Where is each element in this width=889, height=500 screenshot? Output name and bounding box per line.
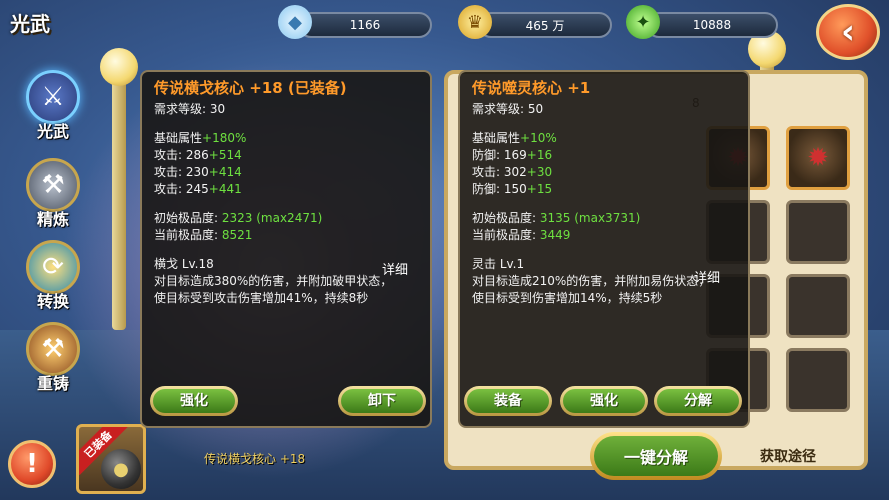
crown-coin-icon: ♛ xyxy=(458,5,492,39)
nav-item-convert[interactable]: ⟳ 转换 xyxy=(18,240,88,316)
background-lamp xyxy=(100,48,138,86)
base-attribute: 基础属性+180% xyxy=(154,131,247,145)
nav-label: 转换 xyxy=(36,292,69,311)
equipped-item-name: 传说横戈核心 +18 xyxy=(204,452,306,466)
stat-line: 防御: 169+16 xyxy=(472,148,553,162)
unequip-button[interactable]: 卸下 xyxy=(338,386,426,416)
detail-link[interactable]: 详细 xyxy=(382,262,408,279)
button-label: 卸下 xyxy=(341,389,423,413)
equipped-item-tooltip: 传说横戈核心 +18 (已装备) 需求等级: 30 基础属性+180% 攻击: … xyxy=(140,70,432,428)
inventory-slot[interactable] xyxy=(786,348,850,412)
convert-icon: ⟳ xyxy=(26,240,80,294)
selected-item-tooltip: 传说噬灵核心 +1 需求等级: 50 基础属性+10% 防御: 169+16 攻… xyxy=(458,70,750,428)
diamond-value: 1166 xyxy=(349,18,381,32)
chevron-left-icon: ‹ xyxy=(840,12,855,52)
back-button[interactable]: ‹ xyxy=(816,4,880,60)
core-item-icon: ✹ xyxy=(807,143,829,173)
equipped-item-slot[interactable]: 已装备 ● xyxy=(76,424,146,494)
button-label: 分解 xyxy=(657,389,739,413)
obtain-source-link[interactable]: 获取途径 xyxy=(760,446,816,466)
inventory-slot[interactable]: ✹ xyxy=(786,126,850,190)
inventory-slot[interactable] xyxy=(786,200,850,264)
current-quality: 当前极品度: 8521 xyxy=(154,228,253,242)
stat-line: 攻击: 286+514 xyxy=(154,148,242,162)
skill-description: 对目标造成380%的伤害，并附加破甲状态，使目标受到攻击伤害增加41%，持续8秒 xyxy=(154,274,393,305)
base-attribute: 基础属性+10% xyxy=(472,131,557,145)
level-requirement: 需求等级: 30 xyxy=(154,102,226,116)
diamond-counter: 1166 xyxy=(298,12,432,38)
nav-label: 重铸 xyxy=(36,374,69,393)
nav-item-recast[interactable]: ⚒ 重铸 xyxy=(18,322,88,398)
nav-label: 精炼 xyxy=(36,210,69,229)
level-requirement: 需求等级: 50 xyxy=(472,102,544,116)
exclamation-icon: ! xyxy=(26,449,38,479)
initial-quality: 初始极品度: 3135 (max3731) xyxy=(472,211,641,225)
button-label: 一键分解 xyxy=(594,436,718,476)
stat-line: 攻击: 245+441 xyxy=(154,182,242,196)
diamond-icon: ◆ xyxy=(278,5,312,39)
button-label: 强化 xyxy=(563,389,645,413)
skill-description: 对目标造成210%的伤害，并附加易伤状态，使目标受到伤害增加14%，持续5秒 xyxy=(472,274,711,305)
item-name: 传说噬灵核心 +1 xyxy=(472,79,591,97)
nav-item-guangwu[interactable]: ⚔ 光武 xyxy=(18,70,88,146)
skill-name: 横戈 Lv.18 xyxy=(154,257,214,271)
stat-line: 防御: 150+15 xyxy=(472,182,553,196)
hammer-icon: ⚒ xyxy=(26,322,80,376)
nav-item-refine[interactable]: ⚒ 精炼 xyxy=(18,158,88,234)
initial-quality: 初始极品度: 2323 (max2471) xyxy=(154,211,323,225)
current-quality: 当前极品度: 3449 xyxy=(472,228,571,242)
alert-button[interactable]: ! xyxy=(8,440,56,488)
equip-button[interactable]: 装备 xyxy=(464,386,552,416)
strengthen-button[interactable]: 强化 xyxy=(560,386,648,416)
strengthen-button[interactable]: 强化 xyxy=(150,386,238,416)
inventory-slot[interactable] xyxy=(786,274,850,338)
energy-value: 10888 xyxy=(692,18,732,32)
sword-icon: ⚔ xyxy=(26,70,80,124)
energy-counter: 10888 xyxy=(646,12,778,38)
detail-link[interactable]: 详细 xyxy=(694,270,720,287)
nav-label: 光武 xyxy=(36,122,69,141)
page-title: 光武 xyxy=(10,12,50,36)
stat-line: 攻击: 230+414 xyxy=(154,165,242,179)
one-click-decompose-button[interactable]: 一键分解 xyxy=(590,432,722,480)
gold-value: 465 万 xyxy=(525,18,565,33)
gold-counter: 465 万 xyxy=(478,12,612,38)
background-pillar xyxy=(112,70,126,330)
green-crystal-icon: ✦ xyxy=(626,5,660,39)
item-name: 传说横戈核心 +18 (已装备) xyxy=(154,79,347,97)
core-item-icon: ● xyxy=(101,449,141,489)
button-label: 装备 xyxy=(467,389,549,413)
decompose-button[interactable]: 分解 xyxy=(654,386,742,416)
anvil-icon: ⚒ xyxy=(26,158,80,212)
button-label: 强化 xyxy=(153,389,235,413)
stat-line: 攻击: 302+30 xyxy=(472,165,553,179)
